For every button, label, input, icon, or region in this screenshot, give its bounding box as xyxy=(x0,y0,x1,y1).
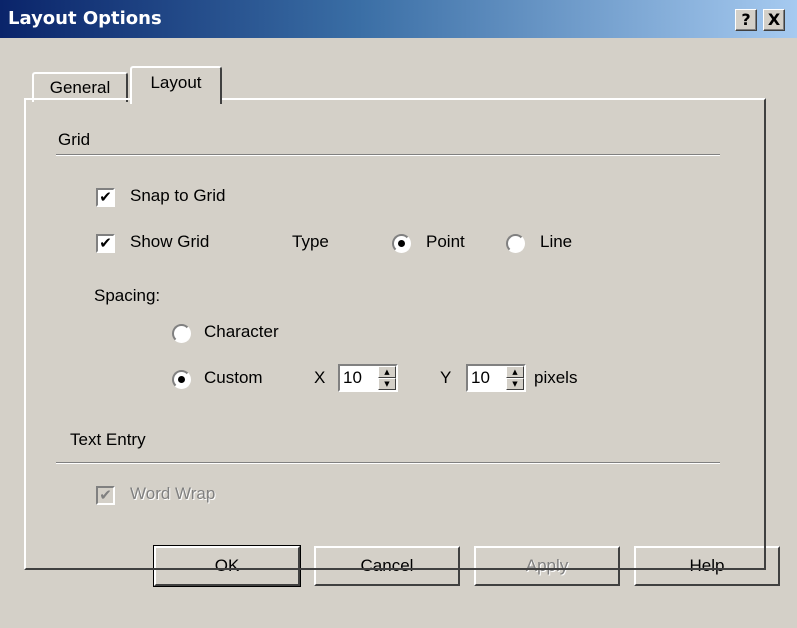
type-point-label[interactable]: Point xyxy=(426,232,465,252)
dialog-body: General Layout Grid ✔ Snap to Grid ✔ Sho… xyxy=(0,38,797,628)
word-wrap-checkbox[interactable]: ✔ xyxy=(96,486,115,505)
window-title: Layout Options xyxy=(8,8,162,29)
show-grid-label[interactable]: Show Grid xyxy=(130,232,209,252)
x-spacing-label: X xyxy=(314,368,326,387)
grid-type-label: Type xyxy=(292,232,329,251)
spacing-custom-label[interactable]: Custom xyxy=(204,368,263,388)
type-line-label[interactable]: Line xyxy=(540,232,572,252)
spacing-label: Spacing: xyxy=(94,286,161,305)
word-wrap-label[interactable]: Word Wrap xyxy=(130,484,215,504)
y-spacing-stepper[interactable]: ▲ ▼ xyxy=(506,366,524,390)
spacing-character-label[interactable]: Character xyxy=(204,322,279,342)
spacing-custom-radio[interactable] xyxy=(172,370,191,389)
x-spacing-value: 10 xyxy=(343,368,362,387)
tab-layout[interactable]: Layout xyxy=(130,66,222,104)
context-help-button[interactable]: ? xyxy=(735,9,757,31)
y-spin-down-icon[interactable]: ▼ xyxy=(506,378,524,390)
y-spin-up-icon[interactable]: ▲ xyxy=(506,366,524,378)
snap-to-grid-label[interactable]: Snap to Grid xyxy=(130,186,225,206)
close-button[interactable]: X xyxy=(763,9,785,31)
grid-group-heading: Grid xyxy=(58,130,91,149)
layout-tab-panel: Grid ✔ Snap to Grid ✔ Show Grid Type Poi… xyxy=(24,98,766,570)
spacing-character-radio[interactable] xyxy=(172,324,191,343)
type-line-radio[interactable] xyxy=(506,234,525,253)
y-spacing-label: Y xyxy=(440,368,452,387)
title-bar[interactable]: Layout Options ? X xyxy=(0,0,797,38)
text-entry-group-heading: Text Entry xyxy=(70,430,146,449)
x-spin-down-icon[interactable]: ▼ xyxy=(378,378,396,390)
grid-group-divider xyxy=(56,154,720,156)
show-grid-checkbox[interactable]: ✔ xyxy=(96,234,115,253)
y-spacing-value: 10 xyxy=(471,368,490,387)
type-point-radio[interactable] xyxy=(392,234,411,253)
snap-to-grid-checkbox[interactable]: ✔ xyxy=(96,188,115,207)
x-spin-up-icon[interactable]: ▲ xyxy=(378,366,396,378)
text-entry-group-divider xyxy=(56,462,720,464)
x-spacing-stepper[interactable]: ▲ ▼ xyxy=(378,366,396,390)
spacing-units-label: pixels xyxy=(534,368,578,387)
